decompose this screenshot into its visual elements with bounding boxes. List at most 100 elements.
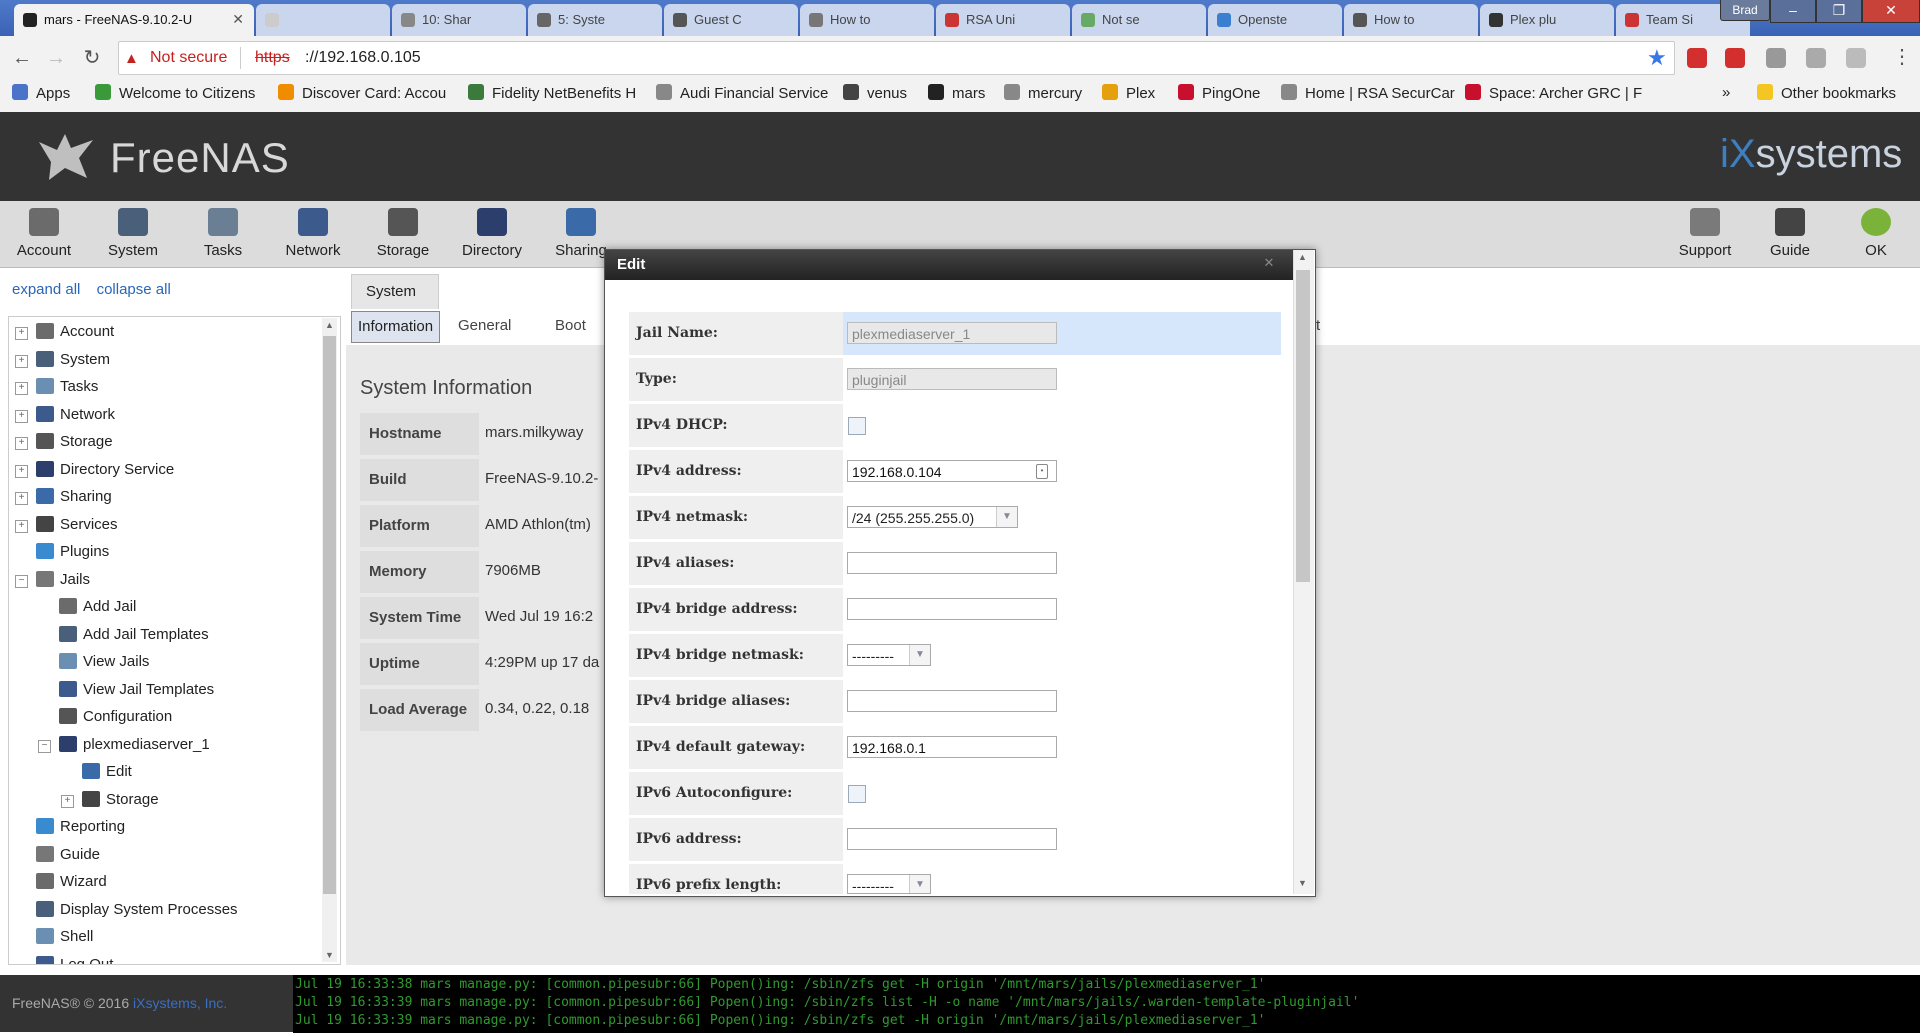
tree-item[interactable]: Guide (15, 844, 100, 866)
close-icon[interactable]: ✕ (1262, 256, 1276, 270)
browser-tab[interactable]: Openste (1208, 4, 1342, 36)
security-indicator[interactable]: Not secure (150, 49, 227, 67)
bookmark-item[interactable]: mercury (1004, 84, 1082, 102)
ipv4-netmask-select[interactable]: /24 (255.255.255.0) ▼ (847, 506, 1018, 528)
tree-item[interactable]: Edit (61, 761, 132, 783)
browser-tab[interactable]: Not se (1072, 4, 1206, 36)
tree-item[interactable]: Display System Processes (15, 899, 238, 921)
tab-close-icon[interactable]: ✕ (232, 11, 244, 28)
bookmark-item[interactable]: Fidelity NetBenefits H (468, 84, 636, 102)
bookmark-item[interactable]: Home | RSA SecurCar (1281, 84, 1455, 102)
extension-icon[interactable] (1806, 48, 1826, 68)
tree-item[interactable]: − plexmediaserver_1 (38, 734, 210, 756)
tree-item[interactable]: + Directory Service (15, 459, 174, 481)
bookmark-item[interactable]: Audi Financial Service (656, 84, 828, 102)
topmenu-directory-button[interactable]: Directory (452, 205, 532, 259)
profile-button[interactable]: Brad (1720, 0, 1770, 21)
browser-tab[interactable]: RSA Uni (936, 4, 1070, 36)
ipv4-bridge-address-field[interactable] (847, 598, 1057, 620)
browser-tab[interactable]: Plex plu (1480, 4, 1614, 36)
bookmark-item[interactable]: PingOne (1178, 84, 1260, 102)
ipv6-prefix-select[interactable]: --------- ▼ (847, 874, 931, 894)
browser-tab[interactable]: How to (1344, 4, 1478, 36)
bookmark-item[interactable]: Apps (12, 84, 70, 102)
ipv6-autoconf-checkbox[interactable] (848, 785, 866, 803)
tree-item[interactable]: Reporting (15, 816, 125, 838)
tree-item[interactable]: Add Jail (38, 596, 136, 618)
collapse-icon[interactable]: − (15, 574, 28, 588)
topmenu-network-button[interactable]: Network (273, 205, 353, 259)
expand-icon[interactable]: + (15, 437, 28, 450)
tree-item[interactable]: Plugins (15, 541, 109, 563)
autofill-icon[interactable]: • (1036, 464, 1048, 479)
tree-item[interactable]: + System (15, 349, 110, 371)
scroll-down-icon[interactable]: ▼ (1298, 878, 1307, 888)
back-icon[interactable]: ← (10, 46, 34, 70)
tree-item[interactable]: Wizard (15, 871, 107, 893)
tree-item[interactable]: + Services (15, 514, 118, 536)
ipv4-bridge-aliases-field[interactable] (847, 690, 1057, 712)
extension-icon[interactable] (1846, 48, 1866, 68)
browser-tab[interactable] (256, 4, 390, 36)
tree-item[interactable]: Shell (15, 926, 93, 948)
extension-icon[interactable] (1725, 48, 1745, 68)
expand-icon[interactable]: + (61, 794, 74, 808)
collapse-icon[interactable]: − (38, 739, 51, 753)
expand-icon[interactable]: + (15, 519, 28, 533)
tree-item[interactable]: + Account (15, 321, 114, 343)
window-close-button[interactable]: ✕ (1862, 0, 1920, 23)
ipv4-dhcp-checkbox[interactable] (848, 417, 866, 435)
extension-icon[interactable] (1766, 48, 1786, 68)
scroll-up-icon[interactable]: ▲ (325, 320, 334, 330)
bookmark-item[interactable]: Welcome to Citizens (95, 84, 255, 102)
tree-item[interactable]: Log Out (15, 954, 113, 964)
bookmark-item[interactable]: mars (928, 84, 985, 102)
bookmark-star-icon[interactable]: ★ (1647, 45, 1667, 71)
tree-item[interactable]: + Storage (61, 789, 159, 811)
maximize-button[interactable]: ❐ (1816, 0, 1862, 23)
subtab-general[interactable]: General (452, 311, 517, 341)
expand-icon[interactable]: + (15, 492, 28, 505)
expand-icon[interactable]: + (15, 464, 28, 478)
topmenu-support-button[interactable]: Support (1665, 205, 1745, 259)
topmenu-account-button[interactable]: Account (4, 205, 84, 259)
tree-item[interactable]: + Storage (15, 431, 113, 453)
vendor-link[interactable]: iXsystems, Inc. (133, 995, 227, 1011)
subtab-information[interactable]: Information (351, 311, 441, 343)
other-bookmarks[interactable]: Other bookmarks (1757, 84, 1896, 102)
scroll-up-icon[interactable]: ▲ (1298, 252, 1307, 262)
ipv6-address-field[interactable] (847, 828, 1057, 850)
expand-icon[interactable]: + (15, 382, 28, 395)
bookmark-item[interactable]: Discover Card: Accou (278, 84, 446, 102)
browser-tab[interactable]: How to (800, 4, 934, 36)
browser-tab[interactable]: Guest C (664, 4, 798, 36)
adblock-extension-icon[interactable] (1687, 48, 1707, 68)
expand-icon[interactable]: + (15, 354, 28, 368)
topmenu-guide-button[interactable]: Guide (1750, 205, 1830, 259)
scroll-down-icon[interactable]: ▼ (325, 950, 334, 960)
browser-tab[interactable]: 10: Shar (392, 4, 526, 36)
topmenu-storage-button[interactable]: Storage (363, 205, 443, 259)
bookmark-item[interactable]: Space: Archer GRC | F (1465, 84, 1642, 102)
active-tab[interactable]: mars - FreeNAS-9.10.2-U ✕ (14, 4, 254, 36)
expand-all-link[interactable]: expand all (12, 281, 80, 298)
bookmark-item[interactable]: Plex (1102, 84, 1155, 102)
tree-item[interactable]: + Network (15, 404, 115, 426)
topmenu-ok-button[interactable]: OK (1836, 205, 1916, 259)
bookmark-item[interactable]: venus (843, 84, 907, 102)
minimize-button[interactable]: – (1770, 0, 1816, 23)
tree-item[interactable]: View Jails (38, 651, 149, 673)
tree-item[interactable]: + Sharing (15, 486, 112, 508)
subtab-boot[interactable]: Boot (549, 311, 592, 341)
topmenu-tasks-button[interactable]: Tasks (183, 205, 263, 259)
bookmarks-overflow-button[interactable]: » (1722, 84, 1730, 101)
tree-item[interactable]: + Tasks (15, 376, 98, 398)
reload-icon[interactable]: ↻ (80, 46, 104, 70)
tree-item[interactable]: View Jail Templates (38, 679, 214, 701)
dialog-scrollbar-thumb[interactable] (1296, 270, 1310, 582)
topmenu-system-button[interactable]: System (93, 205, 173, 259)
tab-system[interactable]: System (351, 274, 439, 309)
tree-item[interactable]: − Jails (15, 569, 90, 591)
ipv4-address-field[interactable]: 192.168.0.104 • (847, 460, 1057, 482)
tree-item[interactable]: Add Jail Templates (38, 624, 209, 646)
